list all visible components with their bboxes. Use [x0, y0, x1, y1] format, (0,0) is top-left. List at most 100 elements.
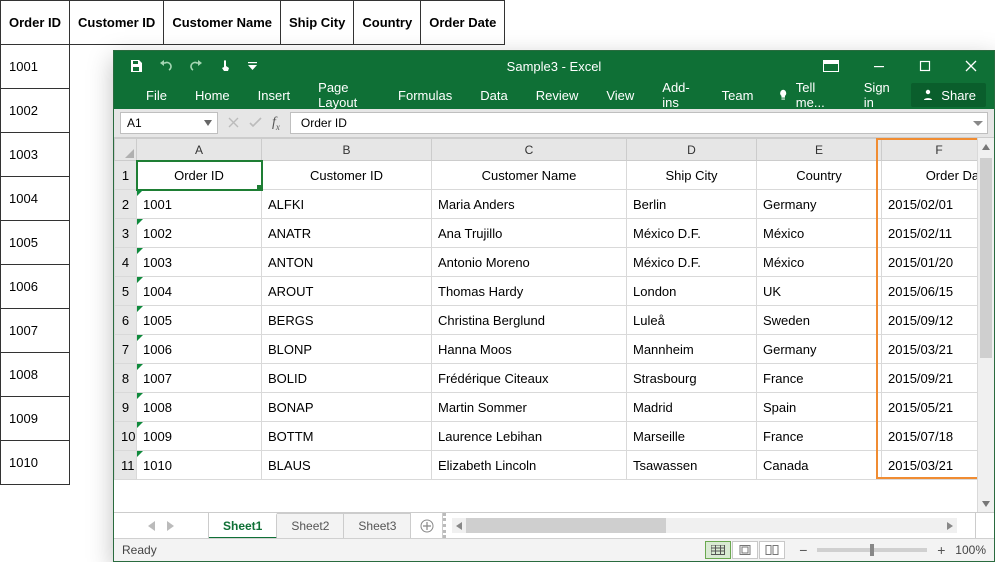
ribbon-tab-page-layout[interactable]: Page Layout: [304, 81, 384, 109]
cell[interactable]: ANATR: [262, 219, 432, 248]
ribbon-tab-formulas[interactable]: Formulas: [384, 81, 466, 109]
row-header[interactable]: 7: [115, 335, 137, 364]
zoom-in-button[interactable]: +: [935, 542, 947, 558]
cell[interactable]: BONAP: [262, 393, 432, 422]
qat-customize-icon[interactable]: [248, 62, 257, 71]
insert-function-icon[interactable]: fx: [272, 115, 280, 132]
ribbon-tab-review[interactable]: Review: [522, 81, 593, 109]
sheet-nav-next-icon[interactable]: [167, 521, 174, 531]
cell[interactable]: BOTTM: [262, 422, 432, 451]
cell[interactable]: Frédérique Citeaux: [432, 364, 627, 393]
cell[interactable]: BERGS: [262, 306, 432, 335]
row-header[interactable]: 9: [115, 393, 137, 422]
sheet-bar-right-icon[interactable]: [976, 513, 994, 538]
cell[interactable]: 1002: [137, 219, 262, 248]
close-button[interactable]: [948, 51, 994, 81]
name-box[interactable]: A1: [120, 112, 218, 134]
ribbon-tab-file[interactable]: File: [132, 81, 181, 109]
row-header[interactable]: 8: [115, 364, 137, 393]
cell[interactable]: London: [627, 277, 757, 306]
select-all-corner[interactable]: [115, 139, 137, 161]
cell[interactable]: Luleå: [627, 306, 757, 335]
cell[interactable]: 1006: [137, 335, 262, 364]
cell[interactable]: Elizabeth Lincoln: [432, 451, 627, 480]
row-header[interactable]: 1: [115, 161, 137, 190]
cell[interactable]: Thomas Hardy: [432, 277, 627, 306]
ribbon-tab-add-ins[interactable]: Add-ins: [648, 81, 707, 109]
cell[interactable]: Germany: [757, 335, 882, 364]
undo-icon[interactable]: [158, 58, 174, 74]
row-header[interactable]: 10: [115, 422, 137, 451]
tell-me-search[interactable]: Tell me...: [767, 80, 851, 110]
cell[interactable]: France: [757, 422, 882, 451]
cell[interactable]: ALFKI: [262, 190, 432, 219]
sheet-tab-sheet3[interactable]: Sheet3: [344, 513, 411, 538]
ribbon-tab-data[interactable]: Data: [466, 81, 521, 109]
row-header[interactable]: 5: [115, 277, 137, 306]
cell[interactable]: ANTON: [262, 248, 432, 277]
cell[interactable]: 1009: [137, 422, 262, 451]
cell[interactable]: 1010: [137, 451, 262, 480]
horizontal-scrollbar[interactable]: [452, 518, 957, 533]
cell[interactable]: Mannheim: [627, 335, 757, 364]
zoom-slider[interactable]: [817, 548, 927, 552]
row-header[interactable]: 6: [115, 306, 137, 335]
sheet-nav-prev-icon[interactable]: [148, 521, 155, 531]
cell[interactable]: Antonio Moreno: [432, 248, 627, 277]
vertical-scrollbar[interactable]: [977, 138, 994, 512]
cell[interactable]: Customer ID: [262, 161, 432, 190]
cell[interactable]: 1005: [137, 306, 262, 335]
row-header[interactable]: 2: [115, 190, 137, 219]
cell[interactable]: UK: [757, 277, 882, 306]
column-header-c[interactable]: C: [432, 139, 627, 161]
page-layout-view-button[interactable]: [732, 541, 758, 559]
sheet-tab-sheet2[interactable]: Sheet2: [277, 513, 344, 538]
cell[interactable]: Order ID: [137, 161, 262, 190]
new-sheet-button[interactable]: [411, 513, 443, 538]
cell[interactable]: Tsawassen: [627, 451, 757, 480]
cell[interactable]: Laurence Lebihan: [432, 422, 627, 451]
ribbon-display-options-button[interactable]: [808, 51, 854, 81]
cell[interactable]: 1003: [137, 248, 262, 277]
scroll-down-icon[interactable]: [978, 495, 994, 512]
ribbon-tab-view[interactable]: View: [592, 81, 648, 109]
cell[interactable]: 1008: [137, 393, 262, 422]
cell[interactable]: México: [757, 248, 882, 277]
cell[interactable]: Ship City: [627, 161, 757, 190]
zoom-out-button[interactable]: −: [797, 542, 809, 558]
ribbon-tab-insert[interactable]: Insert: [244, 81, 305, 109]
cell[interactable]: México: [757, 219, 882, 248]
cell[interactable]: France: [757, 364, 882, 393]
cell[interactable]: Martin Sommer: [432, 393, 627, 422]
column-header-b[interactable]: B: [262, 139, 432, 161]
share-button[interactable]: Share: [911, 83, 986, 107]
hscroll-thumb[interactable]: [466, 518, 666, 533]
cell[interactable]: Berlin: [627, 190, 757, 219]
column-header-e[interactable]: E: [757, 139, 882, 161]
sheet-nav-buttons[interactable]: [114, 513, 209, 538]
cell[interactable]: Ana Trujillo: [432, 219, 627, 248]
scroll-up-icon[interactable]: [978, 138, 994, 155]
sheet-tab-sheet1[interactable]: Sheet1: [209, 513, 277, 539]
vscroll-thumb[interactable]: [980, 158, 992, 358]
zoom-slider-knob[interactable]: [870, 544, 874, 556]
cell[interactable]: México D.F.: [627, 219, 757, 248]
cell[interactable]: Madrid: [627, 393, 757, 422]
enter-formula-icon[interactable]: [249, 117, 262, 128]
column-header-a[interactable]: A: [137, 139, 262, 161]
maximize-button[interactable]: [902, 51, 948, 81]
scroll-left-icon[interactable]: [452, 518, 466, 533]
minimize-button[interactable]: [856, 51, 902, 81]
scroll-right-icon[interactable]: [943, 518, 957, 533]
cell[interactable]: BLAUS: [262, 451, 432, 480]
worksheet-grid[interactable]: ABCDEF 1Order IDCustomer IDCustomer Name…: [114, 138, 994, 512]
cell[interactable]: Sweden: [757, 306, 882, 335]
cell[interactable]: Christina Berglund: [432, 306, 627, 335]
cell[interactable]: Germany: [757, 190, 882, 219]
cell[interactable]: BLONP: [262, 335, 432, 364]
cell[interactable]: Customer Name: [432, 161, 627, 190]
column-header-d[interactable]: D: [627, 139, 757, 161]
formula-input[interactable]: Order ID: [290, 112, 988, 134]
cancel-formula-icon[interactable]: [228, 117, 239, 128]
row-header[interactable]: 4: [115, 248, 137, 277]
